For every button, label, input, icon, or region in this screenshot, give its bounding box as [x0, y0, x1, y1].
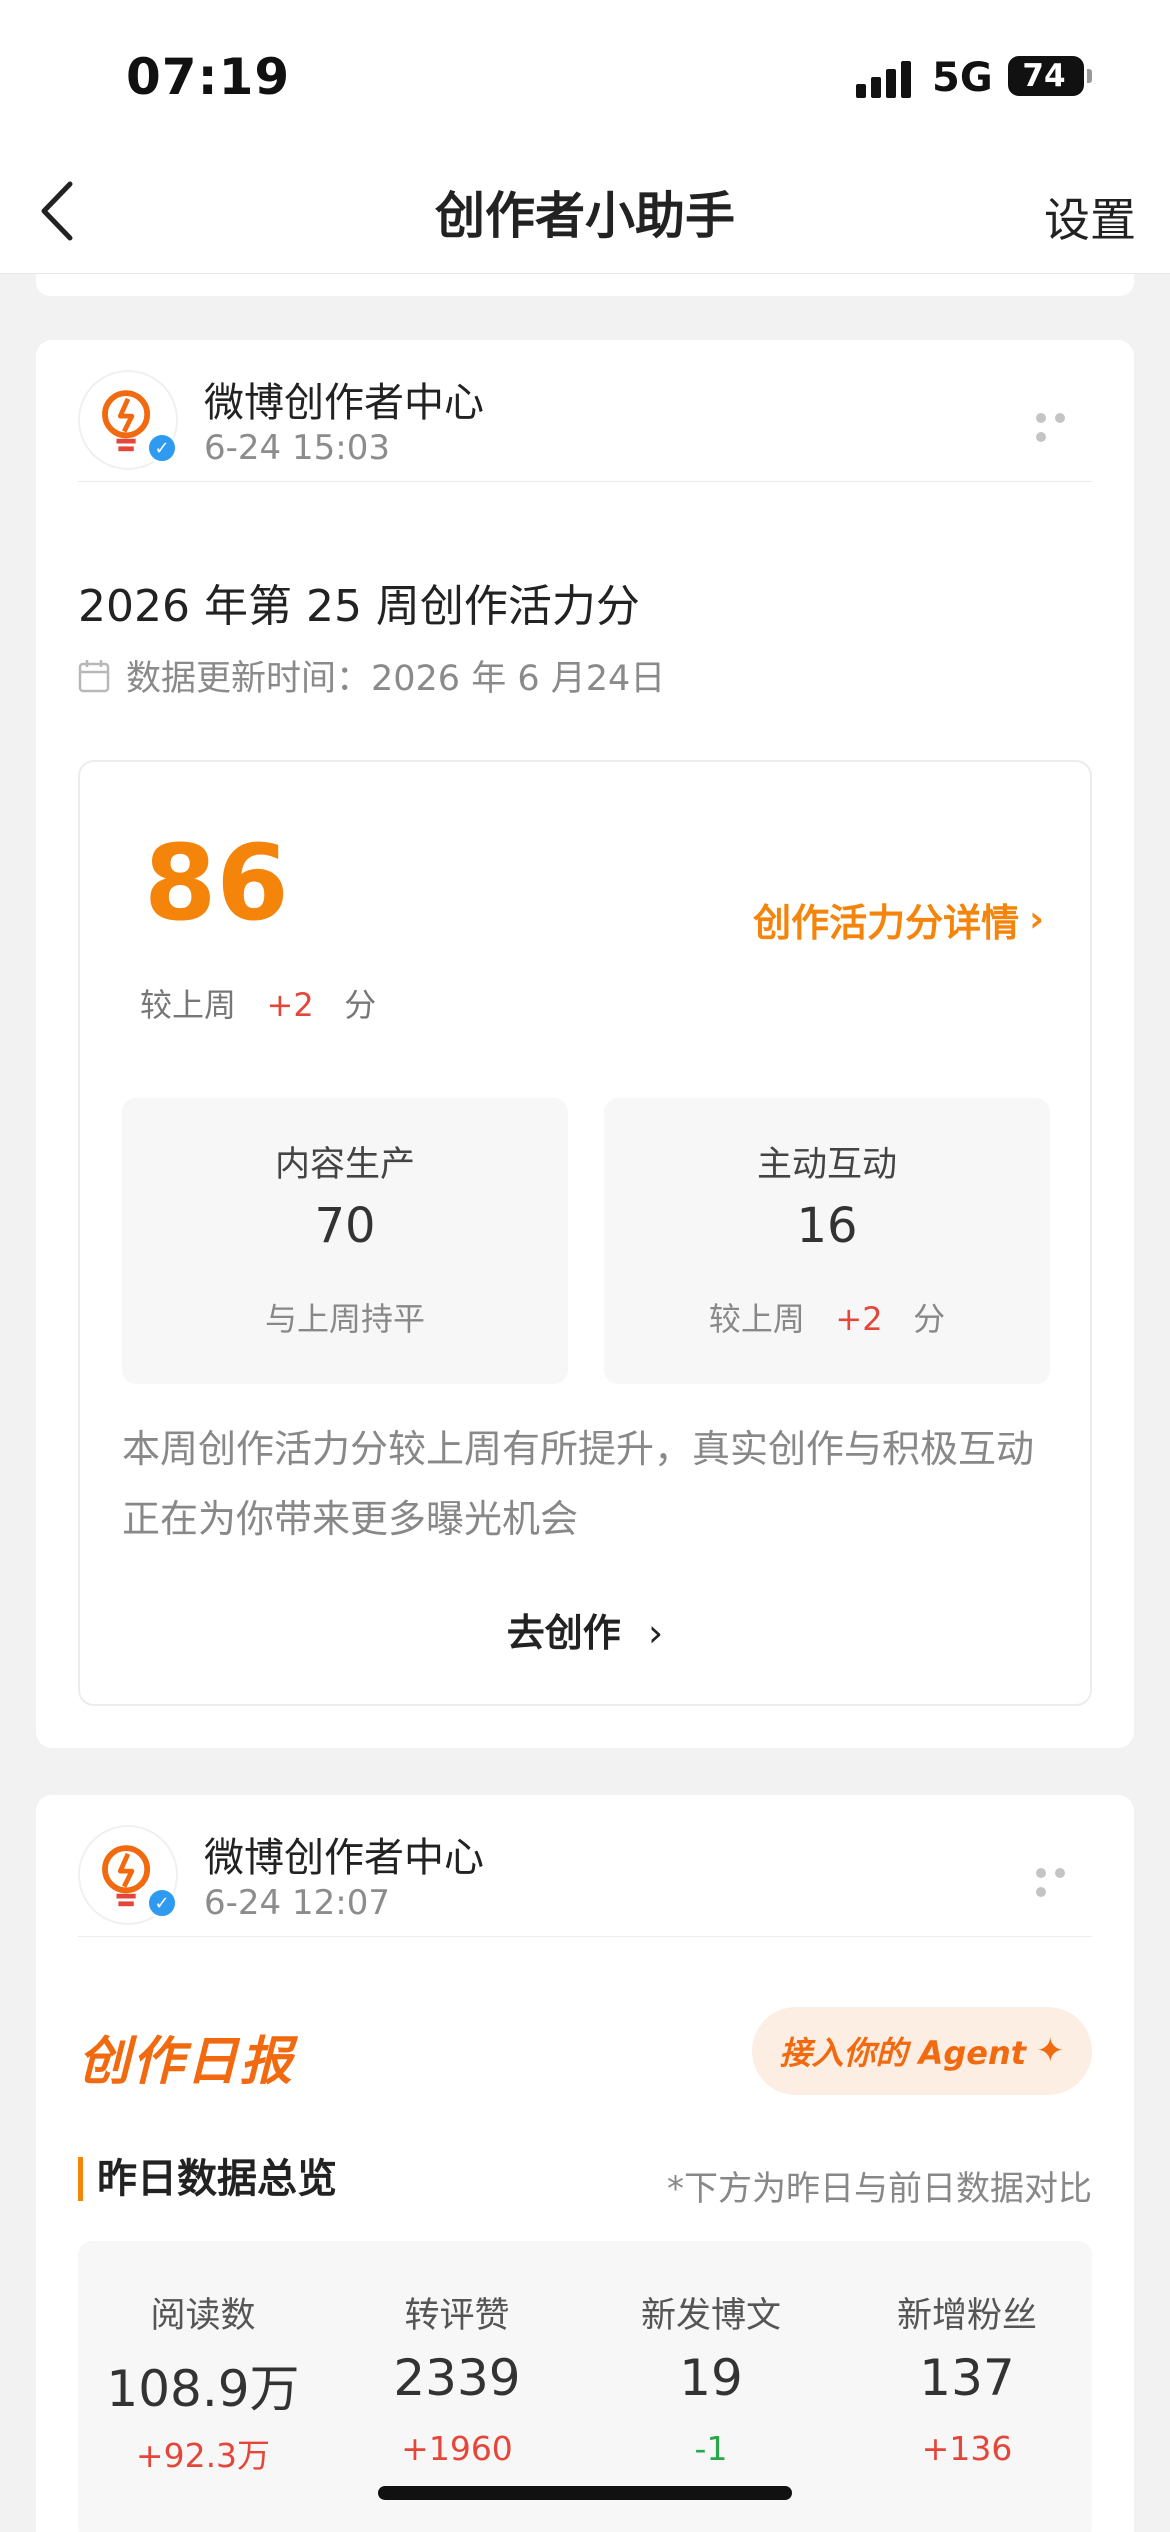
tile-label: 内容生产 [274, 1145, 415, 1185]
stat-label: 新增粉丝 [896, 2296, 1037, 2336]
page-title: 创作者小助手 [435, 187, 735, 245]
more-icon[interactable] [1036, 408, 1092, 442]
stat-value: 137 [919, 2349, 1015, 2407]
post-time: 6-24 15:03 [204, 428, 390, 468]
stat-label: 阅读数 [150, 2296, 256, 2336]
connect-agent-label: 接入你的 Agent [779, 2034, 1027, 2072]
home-indicator[interactable] [378, 2486, 792, 2500]
go-create-label: 去创作 [506, 1611, 621, 1655]
verified-icon: ✓ [146, 432, 178, 464]
post-header: ✓ 微博创作者中心 6-24 12:07 [78, 1825, 1092, 1937]
previous-card-edge [36, 274, 1134, 296]
stat-delta: -1 [694, 2429, 728, 2468]
author-name[interactable]: 微博创作者中心 [204, 1825, 484, 1883]
overview-note: *下方为昨日与前日数据对比 [667, 2169, 1092, 2209]
overview-title: 昨日数据总览 [78, 2157, 337, 2201]
score-panel: 86 创作活力分详情 › 较上周 +2 分 内容生产 70 与上周持平 主动互动… [78, 760, 1092, 1706]
delta-unit: 分 [344, 986, 377, 1024]
go-create-button[interactable]: 去创作 › [80, 1602, 1090, 1657]
vitality-detail-link[interactable]: 创作活力分详情 › [753, 892, 1044, 947]
update-time-row: 数据更新时间：2026 年 6 月24日 [78, 650, 665, 701]
stat-delta: +92.3万 [135, 2436, 271, 2475]
settings-button[interactable]: 设置 [1044, 184, 1136, 250]
tile-value: 70 [314, 1198, 376, 1254]
stat-label: 新发博文 [640, 2296, 781, 2336]
stat-delta: +1960 [401, 2429, 513, 2468]
avatar[interactable]: ✓ [78, 1825, 178, 1925]
signal-icon [856, 58, 916, 98]
network-label: 5G [932, 55, 993, 101]
post-card-daily-report: ✓ 微博创作者中心 6-24 12:07 创作日报 接入你的 Agent ✦ 昨… [36, 1795, 1134, 2532]
tile-value: 16 [796, 1198, 858, 1254]
chevron-right-icon: › [1029, 899, 1044, 940]
post-card-vitality: ✓ 微博创作者中心 6-24 15:03 2026 年第 25 周创作活力分 数… [36, 340, 1134, 1748]
tile-note: 与上周持平 [264, 1300, 425, 1338]
score-delta: 较上周 +2 分 [140, 980, 376, 1026]
delta-value: +2 [266, 986, 314, 1024]
battery-level: 74 [1022, 58, 1066, 94]
stat-value: 19 [679, 2349, 743, 2407]
tile-label: 主动互动 [756, 1145, 897, 1185]
vitality-detail-label: 创作活力分详情 [753, 901, 1020, 945]
daily-report-title: 创作日报 [78, 2032, 295, 2092]
stat-delta: +136 [921, 2429, 1013, 2468]
verified-icon: ✓ [146, 1887, 178, 1919]
stat-label: 转评赞 [404, 2296, 510, 2336]
battery-icon: 74 [1008, 56, 1092, 96]
update-time-text: 数据更新时间：2026 年 6 月24日 [126, 659, 666, 699]
vitality-score: 86 [144, 822, 289, 944]
calendar-icon [78, 659, 110, 692]
avatar[interactable]: ✓ [78, 370, 178, 470]
stat-value: 2339 [393, 2349, 521, 2407]
author-name[interactable]: 微博创作者中心 [204, 370, 484, 428]
chevron-right-icon: › [648, 1611, 664, 1655]
status-time: 07:19 [126, 48, 291, 106]
more-icon[interactable] [1036, 1863, 1092, 1897]
delta-prefix: 较上周 [140, 986, 237, 1024]
connect-agent-button[interactable]: 接入你的 Agent ✦ [752, 2007, 1092, 2095]
active-interaction-tile[interactable]: 主动互动 16 较上周 +2 分 [604, 1098, 1050, 1384]
sparkle-icon: ✦ [1036, 2031, 1065, 2071]
stat-value: 108.9万 [106, 2360, 300, 2418]
post-header: ✓ 微博创作者中心 6-24 15:03 [78, 370, 1092, 482]
post-time: 6-24 12:07 [204, 1883, 390, 1923]
vitality-summary: 本周创作活力分较上周有所提升，真实创作与积极互动正在为你带来更多曝光机会 [122, 1427, 1035, 1541]
tile-note: 较上周 +2 分 [708, 1300, 946, 1338]
vitality-title: 2026 年第 25 周创作活力分 [78, 581, 640, 632]
content-production-tile[interactable]: 内容生产 70 与上周持平 [122, 1098, 568, 1384]
status-bar: 07:19 5G 74 [0, 0, 1170, 150]
nav-bar: 创作者小助手 设置 [0, 150, 1170, 274]
